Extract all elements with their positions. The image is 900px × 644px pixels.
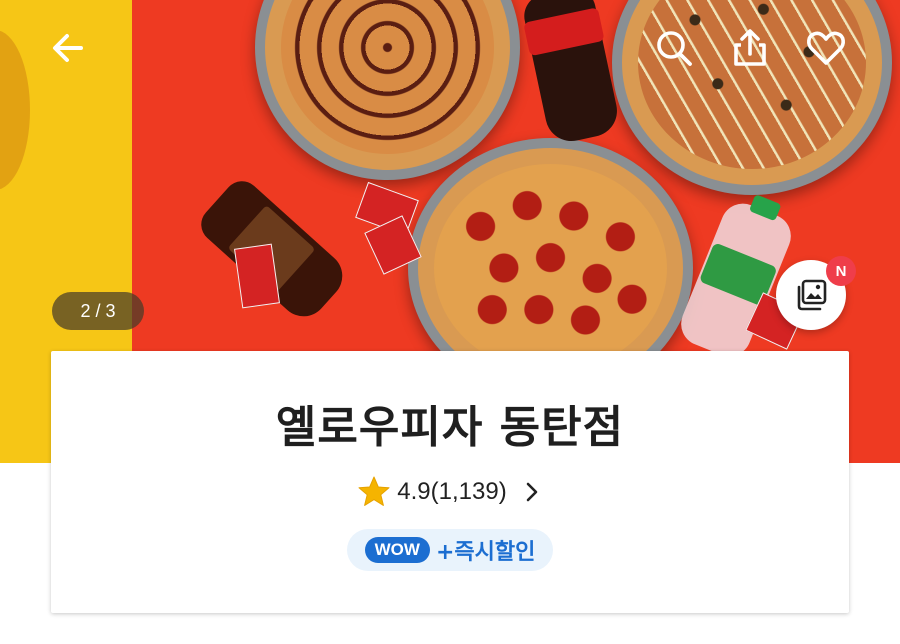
rating-value: 4.9 bbox=[397, 478, 431, 505]
search-button[interactable] bbox=[650, 24, 698, 72]
review-count: (1,139) bbox=[430, 478, 507, 505]
store-name: 옐로우피자 동탄점 bbox=[275, 402, 625, 453]
share-icon bbox=[734, 29, 766, 66]
rating-link[interactable]: 4.9 (1,139) bbox=[51, 475, 849, 509]
chevron-right-icon bbox=[526, 482, 538, 502]
bbq-pizza-image bbox=[255, 0, 520, 180]
store-info-card: 옐로우피자 동탄점 4.9 (1,139) WOW +즉시할인 bbox=[51, 351, 849, 613]
photo-pager: 2 / 3 bbox=[52, 292, 144, 330]
favorite-button[interactable] bbox=[802, 24, 850, 72]
wow-label: WOW bbox=[364, 537, 430, 563]
heart-icon bbox=[807, 31, 845, 65]
new-photo-badge: N bbox=[826, 256, 856, 286]
sauce-packet-image bbox=[234, 243, 280, 309]
cola-bottle-image bbox=[520, 0, 622, 146]
wow-discount-badge: WOW +즉시할인 bbox=[347, 529, 553, 571]
instant-discount-label: +즉시할인 bbox=[435, 540, 536, 565]
photo-gallery-icon bbox=[797, 279, 827, 311]
arrow-left-icon bbox=[53, 34, 83, 62]
search-icon bbox=[657, 31, 692, 66]
back-button[interactable] bbox=[44, 24, 92, 72]
star-icon bbox=[358, 476, 390, 506]
share-button[interactable] bbox=[726, 24, 774, 72]
